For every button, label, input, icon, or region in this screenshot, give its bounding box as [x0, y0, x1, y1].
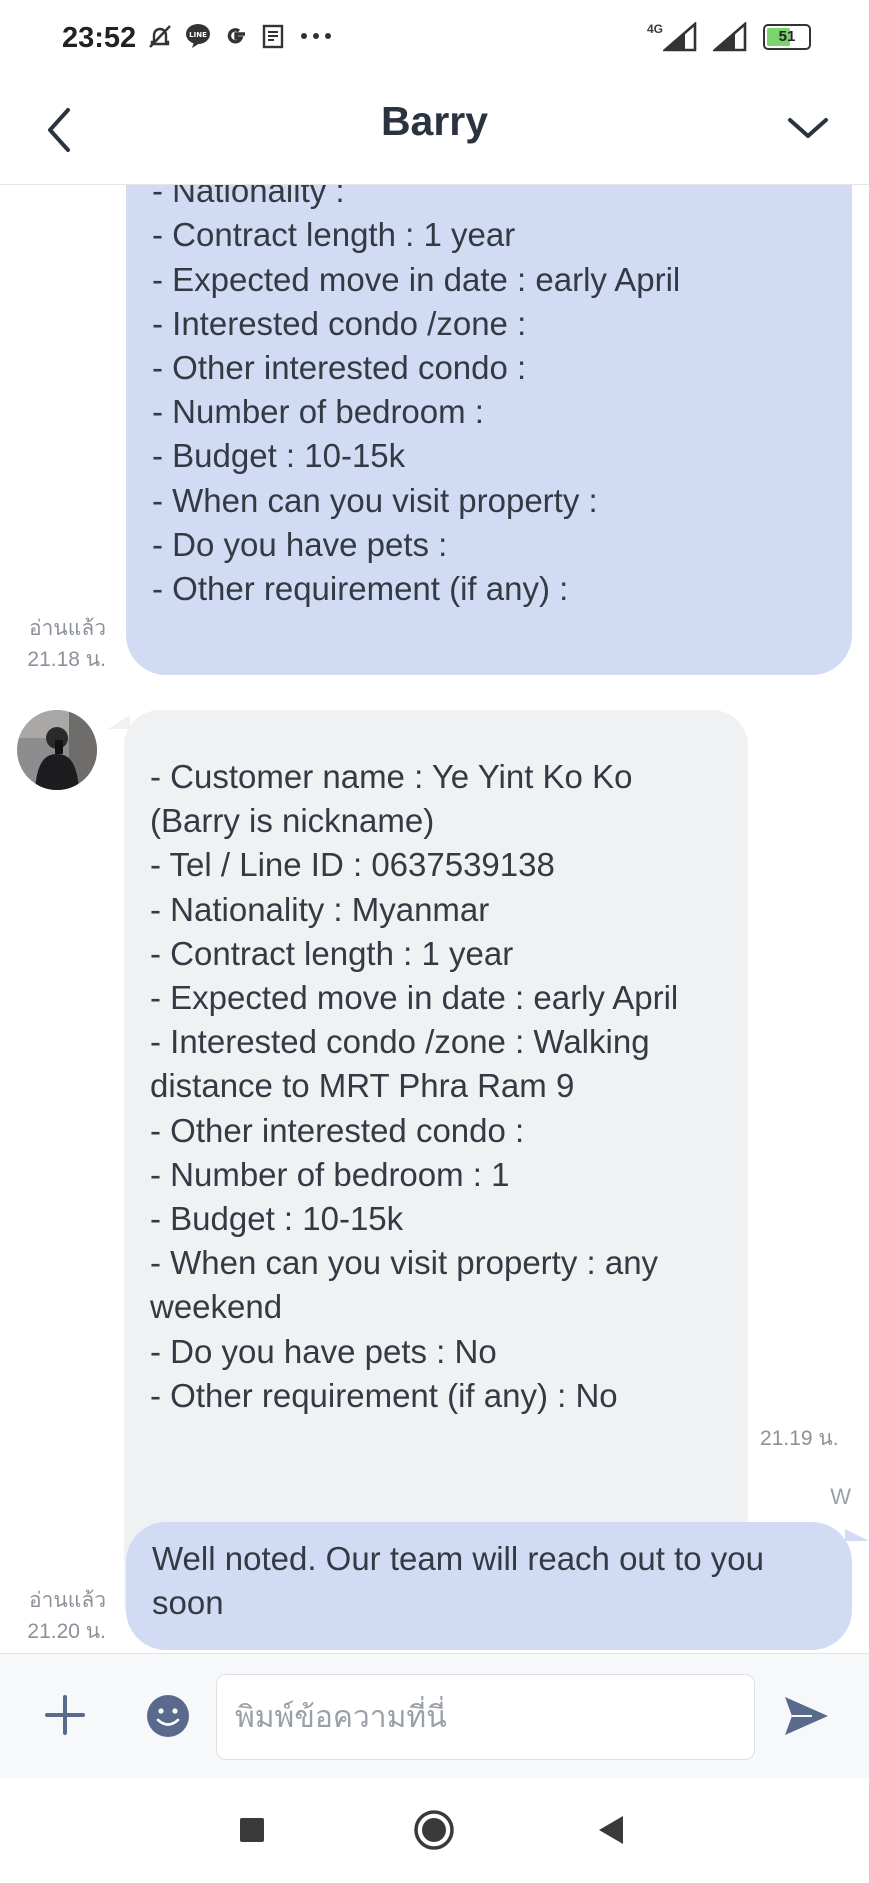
message-meta: อ่านแล้ว 21.18 น. — [27, 613, 106, 675]
status-right: 4G 51 — [647, 22, 811, 52]
read-receipt: อ่านแล้ว — [29, 1589, 106, 1612]
incoming-message-bubble[interactable]: - Customer name : Ye Yint Ko Ko (Barry i… — [124, 710, 748, 1637]
system-nav-bar — [0, 1778, 869, 1883]
google-icon — [222, 22, 250, 50]
battery-level: 51 — [778, 28, 796, 45]
message-time: 21.20 น. — [27, 1620, 106, 1643]
home-button[interactable] — [412, 1808, 456, 1852]
chat-header: Barry — [0, 80, 869, 185]
triangle-back-icon — [599, 1816, 623, 1844]
battery-icon: 51 — [763, 24, 811, 50]
chat-title: Barry — [380, 98, 489, 144]
status-icons: LINE — [146, 22, 334, 50]
news-icon — [260, 22, 288, 50]
message-text: Well noted. Our team will reach out to y… — [152, 1540, 765, 1622]
smiley-icon — [147, 1695, 189, 1737]
message-text: - Customer name : Ye Yint Ko Ko (Barry i… — [150, 758, 679, 1414]
message-meta: อ่านแล้ว 21.20 น. — [27, 1585, 106, 1647]
expand-menu-button[interactable] — [783, 106, 833, 150]
more-dots-icon — [298, 22, 334, 50]
status-time: 23:52 — [62, 22, 137, 54]
send-button[interactable] — [782, 1694, 830, 1738]
svg-text:LINE: LINE — [189, 31, 207, 39]
signal-icon — [663, 22, 697, 52]
bubble-tail — [845, 1529, 869, 1541]
avatar[interactable] — [17, 710, 97, 790]
line-app-icon: LINE — [184, 22, 212, 50]
square-icon — [240, 1818, 264, 1842]
message-list[interactable]: - Tel / Line ID : 0637539138 - Nationali… — [0, 185, 869, 1653]
recent-apps-button[interactable] — [230, 1808, 274, 1852]
back-nav-button[interactable] — [591, 1808, 635, 1852]
status-bar: 23:52 LINE 4G 51 — [0, 0, 869, 80]
chevron-down-icon — [788, 118, 828, 138]
emoji-button[interactable] — [146, 1694, 190, 1738]
mute-bell-icon — [146, 22, 174, 50]
bubble-tail — [108, 715, 130, 729]
home-circle-icon — [414, 1810, 454, 1850]
read-receipt: อ่านแล้ว — [29, 617, 106, 640]
sender-mark: W — [830, 1484, 851, 1509]
message-input[interactable] — [216, 1674, 755, 1760]
outgoing-message-bubble[interactable]: - Tel / Line ID : 0637539138 - Nationali… — [126, 185, 852, 675]
plus-icon — [45, 1695, 85, 1735]
message-time: 21.19 น. — [760, 1427, 839, 1450]
message-time: 21.18 น. — [27, 648, 106, 671]
send-icon — [785, 1697, 828, 1735]
add-attachment-button[interactable] — [44, 1694, 86, 1736]
network-label: 4G — [646, 22, 663, 36]
message-text: - Tel / Line ID : 0637539138 - Nationali… — [152, 185, 681, 608]
outgoing-message-bubble[interactable]: Well noted. Our team will reach out to y… — [126, 1522, 852, 1650]
message-input-bar — [0, 1653, 869, 1779]
signal-icon-2 — [713, 22, 747, 52]
